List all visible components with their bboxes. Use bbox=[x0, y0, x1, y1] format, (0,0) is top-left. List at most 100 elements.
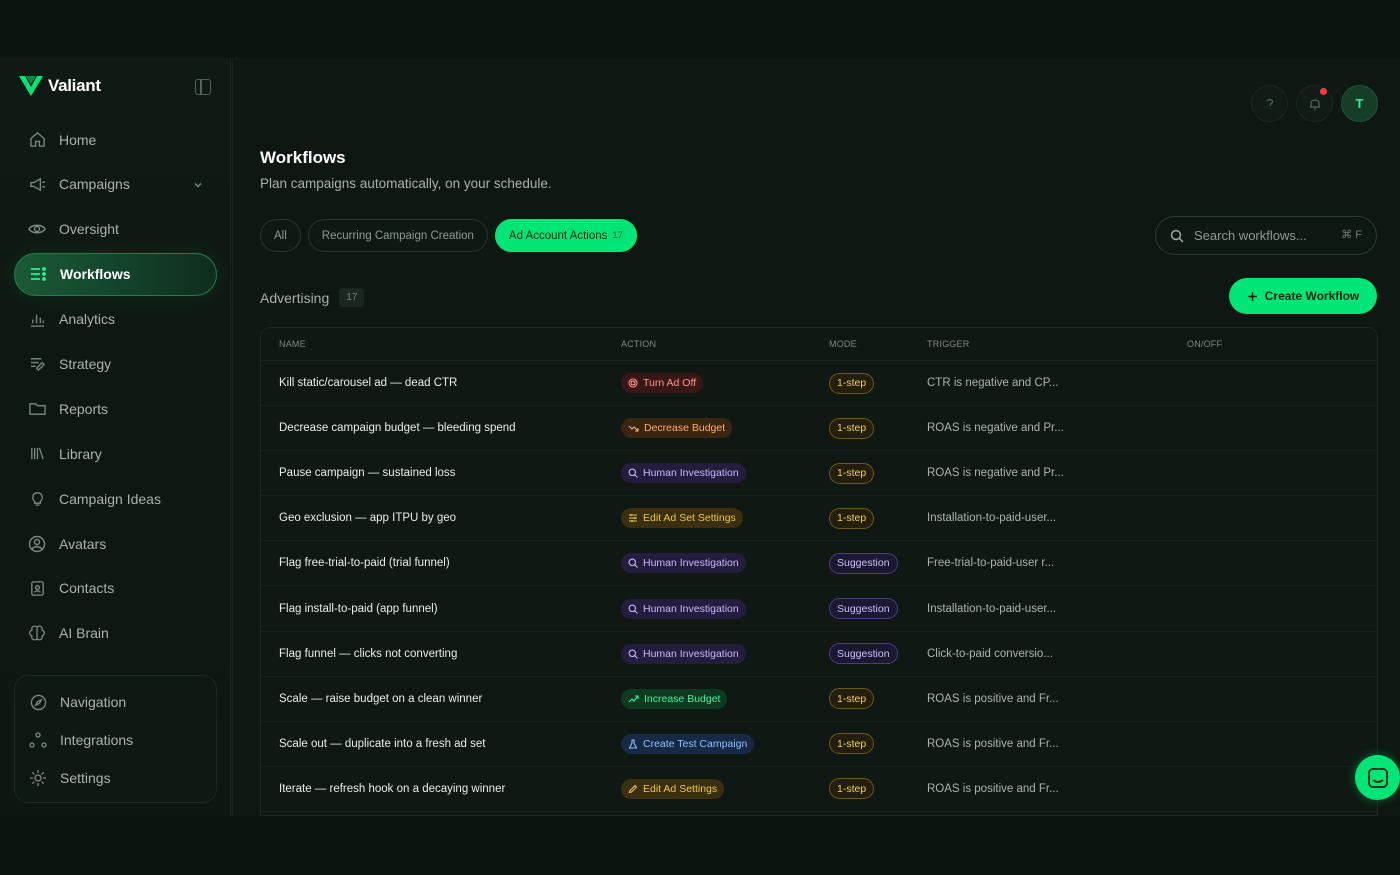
column-header[interactable]: ACTION bbox=[621, 339, 829, 349]
workflow-name[interactable]: Flag funnel — clicks not converting bbox=[261, 648, 621, 660]
stop-circle-icon bbox=[628, 378, 638, 388]
gear-icon bbox=[29, 769, 47, 787]
workflow-name[interactable]: Kill static/carousel ad — dead CTR bbox=[261, 377, 621, 389]
top-actions: T bbox=[1251, 85, 1378, 122]
home-icon bbox=[28, 131, 46, 149]
trigger-text: CTR is negative and CP... bbox=[927, 377, 1059, 390]
sidebar-item-workflows[interactable]: Workflows bbox=[14, 252, 217, 296]
sidebar-item-label: Workflows bbox=[60, 266, 131, 283]
action-badge: Human Investigation bbox=[621, 463, 746, 484]
library-icon bbox=[28, 445, 46, 463]
sidebar-item-strategy[interactable]: Strategy bbox=[14, 342, 217, 385]
mode-cell: 1-step bbox=[829, 733, 927, 755]
sidebar-item-label: Campaign Ideas bbox=[59, 490, 161, 507]
table-body: Kill static/carousel ad — dead CTR Turn A… bbox=[261, 361, 1377, 812]
create-workflow-button[interactable]: Create Workflow bbox=[1229, 278, 1377, 314]
sidebar-item-reports[interactable]: Reports bbox=[14, 387, 217, 430]
trigger-text: Click-to-paid conversio... bbox=[927, 647, 1053, 660]
folder-icon bbox=[28, 400, 46, 418]
sidebar-item-label: Contacts bbox=[59, 580, 115, 597]
sidebar-item-library[interactable]: Library bbox=[14, 432, 217, 475]
section-count: 17 bbox=[339, 288, 365, 307]
action-cell: Edit Ad Settings bbox=[621, 778, 829, 799]
sidebar-item-label: Avatars bbox=[59, 535, 107, 552]
tab-label: Ad Account Actions bbox=[508, 229, 608, 242]
action-label: Human Investigation bbox=[643, 557, 739, 570]
search-input[interactable]: Search workflows... ⌘ F bbox=[1155, 216, 1377, 255]
workflow-name[interactable]: Iterate — refresh hook on a decaying win… bbox=[261, 783, 621, 795]
action-label: Decrease Budget bbox=[644, 422, 726, 435]
mode-badge: 1-step bbox=[829, 417, 875, 439]
strategy-icon bbox=[28, 355, 46, 373]
table-row[interactable]: Geo exclusion — app ITPU by geo Edit Ad S… bbox=[261, 496, 1377, 542]
table-row[interactable]: Kill static/carousel ad — dead CTR Turn A… bbox=[261, 361, 1377, 407]
help-icon[interactable] bbox=[1251, 85, 1288, 122]
sidebar-item-analytics[interactable]: Analytics bbox=[14, 298, 217, 341]
sidebar-item-oversight[interactable]: Oversight bbox=[14, 208, 217, 251]
mode-cell: Suggestion bbox=[829, 552, 927, 574]
sidebar-item-home[interactable]: Home bbox=[14, 118, 217, 161]
tab-ad-account-actions[interactable]: Ad Account Actions 17 bbox=[494, 219, 637, 252]
action-label: Edit Ad Settings bbox=[643, 782, 718, 795]
mode-badge: 1-step bbox=[829, 507, 875, 529]
action-cell: Human Investigation bbox=[621, 463, 829, 484]
lightbulb-icon bbox=[28, 490, 46, 508]
logo[interactable]: Valiant bbox=[18, 74, 101, 98]
table-row[interactable]: Flag funnel — clicks not converting Human… bbox=[261, 632, 1377, 677]
sidebar-item-integrations[interactable]: Integrations bbox=[15, 721, 216, 759]
avatar[interactable]: T bbox=[1341, 85, 1378, 122]
trend-up-icon bbox=[628, 694, 639, 704]
mode-badge: 1-step bbox=[829, 778, 875, 800]
sidebar-item-campaign-ideas[interactable]: Campaign Ideas bbox=[14, 477, 217, 520]
mode-cell: Suggestion bbox=[829, 598, 927, 620]
workflow-name[interactable]: Flag install-to-paid (app funnel) bbox=[261, 603, 621, 615]
integrations-icon bbox=[29, 731, 47, 749]
chat-icon bbox=[1367, 767, 1388, 788]
plus-icon bbox=[1247, 291, 1257, 301]
section-title: Advertising bbox=[260, 289, 330, 306]
workflow-name[interactable]: Geo exclusion — app ITPU by geo bbox=[261, 512, 621, 524]
sidebar-item-campaigns[interactable]: Campaigns bbox=[14, 163, 217, 206]
table-row[interactable]: Decrease campaign budget — bleeding spen… bbox=[261, 406, 1377, 452]
tab-recurring-campaign-creation[interactable]: Recurring Campaign Creation bbox=[307, 219, 488, 252]
table-row[interactable]: Flag free-trial-to-paid (trial funnel) Hu… bbox=[261, 541, 1377, 587]
table-row[interactable]: Iterate — refresh hook on a decaying win… bbox=[261, 767, 1377, 812]
sidebar-toggle-icon[interactable] bbox=[195, 79, 211, 95]
bell-icon[interactable] bbox=[1296, 85, 1333, 122]
chevron-down-icon[interactable] bbox=[193, 177, 203, 193]
sidebar-item-settings[interactable]: Settings bbox=[15, 759, 216, 797]
mode-cell: 1-step bbox=[829, 507, 927, 529]
action-badge: Human Investigation bbox=[621, 553, 746, 574]
workflow-name[interactable]: Scale — raise budget on a clean winner bbox=[261, 693, 621, 705]
column-header[interactable]: MODE bbox=[829, 339, 927, 349]
sidebar-item-label: Integrations bbox=[60, 732, 134, 748]
app-name: Valiant bbox=[48, 76, 101, 95]
workflow-name[interactable]: Decrease campaign budget — bleeding spen… bbox=[261, 422, 621, 434]
column-header[interactable]: TRIGGER bbox=[927, 339, 1187, 349]
workflow-name[interactable]: Scale out — duplicate into a fresh ad se… bbox=[261, 738, 621, 750]
sidebar-item-avatars[interactable]: Avatars bbox=[14, 522, 217, 565]
contact-icon bbox=[28, 579, 46, 597]
column-header[interactable]: ON/OFF bbox=[1187, 339, 1377, 349]
chat-button[interactable] bbox=[1355, 755, 1400, 800]
workflow-name[interactable]: Flag free-trial-to-paid (trial funnel) bbox=[261, 557, 621, 569]
eye-icon bbox=[28, 220, 46, 238]
action-badge: Edit Ad Settings bbox=[621, 778, 725, 799]
sidebar-item-navigation[interactable]: Navigation bbox=[15, 683, 216, 721]
tab-all[interactable]: All bbox=[260, 219, 301, 252]
table-row[interactable]: Scale out — duplicate into a fresh ad se… bbox=[261, 722, 1377, 767]
workflow-name[interactable]: Pause campaign — sustained loss bbox=[261, 467, 621, 479]
sidebar-item-label: Strategy bbox=[59, 355, 112, 372]
table-row[interactable]: Flag install-to-paid (app funnel) Human I… bbox=[261, 586, 1377, 632]
table-row[interactable]: Scale — raise budget on a clean winner In… bbox=[261, 677, 1377, 722]
search-icon bbox=[628, 649, 638, 659]
sidebar-item-ai-brain[interactable]: AI Brain bbox=[14, 612, 217, 655]
table-row[interactable]: Pause campaign — sustained loss Human Inv… bbox=[261, 451, 1377, 497]
action-cell: Create Test Campaign bbox=[621, 733, 829, 754]
column-header[interactable]: NAME bbox=[261, 339, 621, 349]
tab-label: Recurring Campaign Creation bbox=[321, 229, 474, 242]
mode-cell: Suggestion bbox=[829, 643, 927, 665]
action-badge: Increase Budget bbox=[621, 688, 728, 709]
sidebar-item-contacts[interactable]: Contacts bbox=[14, 567, 217, 610]
valiant-logo-icon bbox=[19, 76, 43, 96]
